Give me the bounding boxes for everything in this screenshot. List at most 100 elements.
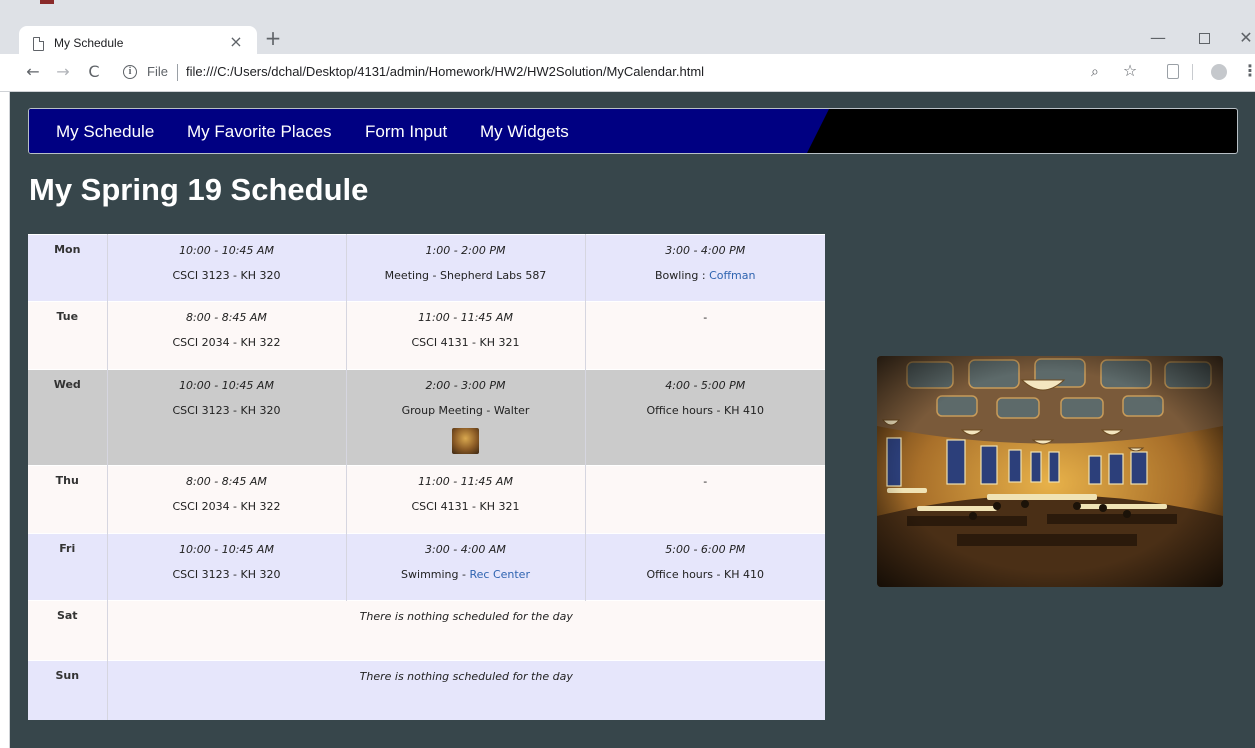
event-time: 1:00 - 2:00 PM xyxy=(425,244,506,257)
profile-avatar[interactable] xyxy=(1209,61,1229,80)
bookmark-star-icon[interactable]: ☆ xyxy=(1120,61,1140,80)
day-label: Sun xyxy=(55,669,80,682)
schedule-cell: - xyxy=(584,465,825,534)
schedule-cell: 1:00 - 2:00 PM Meeting - Shepherd Labs 5… xyxy=(345,234,585,302)
event-desc: Office hours - KH 410 xyxy=(646,568,764,581)
event-time: 3:00 - 4:00 PM xyxy=(665,244,746,257)
tab-bar: My Schedule × + — ✕ xyxy=(0,10,1255,62)
schedule-cell: 10:00 - 10:45 AM CSCI 3123 - KH 320 xyxy=(106,533,346,601)
event-time: 11:00 - 11:45 AM xyxy=(418,311,513,324)
event-desc: Office hours - KH 410 xyxy=(646,404,764,417)
event-desc: CSCI 2034 - KH 322 xyxy=(172,336,281,349)
zoom-icon[interactable]: ⌕ xyxy=(1091,64,1099,80)
rec-center-link[interactable]: Rec Center xyxy=(469,568,529,581)
maximize-button[interactable] xyxy=(1186,26,1222,50)
nothing-scheduled: There is nothing scheduled for the day xyxy=(359,610,573,623)
maximize-icon xyxy=(1198,33,1210,44)
address-bar[interactable]: i File file:///C:/Users/dchal/Desktop/41… xyxy=(117,58,1132,88)
schedule-cell: 8:00 - 8:45 AM CSCI 2034 - KH 322 xyxy=(106,301,346,370)
toolbar-divider xyxy=(1192,64,1193,80)
event-desc: CSCI 4131 - KH 321 xyxy=(411,500,520,513)
event-time: 8:00 - 8:45 AM xyxy=(186,311,267,324)
info-icon[interactable]: i xyxy=(123,65,137,79)
menu-icon[interactable]: ⋮ xyxy=(1240,61,1255,80)
schedule-cell: 4:00 - 5:00 PM Office hours - KH 410 xyxy=(584,369,825,466)
event-desc: CSCI 2034 - KH 322 xyxy=(172,500,281,513)
schedule-cell: 5:00 - 6:00 PM Office hours - KH 410 xyxy=(584,533,825,601)
minimize-button[interactable]: — xyxy=(1140,26,1176,50)
day-label: Tue xyxy=(56,310,79,323)
site-navbar: My Schedule My Favorite Places Form Inpu… xyxy=(28,108,1238,154)
reader-icon[interactable] xyxy=(1163,61,1183,80)
event-time: 5:00 - 6:00 PM xyxy=(665,543,746,556)
event-desc: Meeting - Shepherd Labs 587 xyxy=(384,269,547,282)
scheme-label: File xyxy=(147,64,168,79)
event-desc: Group Meeting - Walter xyxy=(401,404,530,417)
reload-button[interactable]: C xyxy=(83,61,105,83)
browser-toolbar: ← → C i File file:///C:/Users/dchal/Desk… xyxy=(0,54,1255,92)
event-time: 10:00 - 10:45 AM xyxy=(179,244,274,257)
table-row: Mon 10:00 - 10:45 AM CSCI 3123 - KH 320 … xyxy=(28,234,826,302)
event-desc-prefix: Bowling : xyxy=(655,269,710,282)
tab-title: My Schedule xyxy=(54,36,124,50)
schedule-cell: 3:00 - 4:00 PM Bowling : Coffman xyxy=(584,234,826,302)
nav-my-widgets[interactable]: My Widgets xyxy=(480,122,569,142)
window-left-edge xyxy=(0,92,10,748)
table-row: Sat There is nothing scheduled for the d… xyxy=(28,600,825,661)
day-label: Mon xyxy=(54,243,81,256)
schedule-cell: 11:00 - 11:45 AM CSCI 4131 - KH 321 xyxy=(345,301,585,370)
event-time: 11:00 - 11:45 AM xyxy=(418,475,513,488)
event-desc: CSCI 4131 - KH 321 xyxy=(411,336,520,349)
event-time: 10:00 - 10:45 AM xyxy=(179,379,274,392)
nothing-scheduled: There is nothing scheduled for the day xyxy=(359,670,573,683)
table-row: Fri 10:00 - 10:45 AM CSCI 3123 - KH 320 … xyxy=(28,533,825,601)
event-time: 2:00 - 3:00 PM xyxy=(425,379,506,392)
schedule-cell: 3:00 - 4:00 AM Swimming - Rec Center xyxy=(345,533,585,601)
event-desc: CSCI 3123 - KH 320 xyxy=(172,404,281,417)
schedule-cell: - xyxy=(584,301,825,370)
page-viewport[interactable]: My Schedule My Favorite Places Form Inpu… xyxy=(10,92,1255,748)
window-accent xyxy=(40,0,54,4)
event-desc: CSCI 3123 - KH 320 xyxy=(172,568,281,581)
coffman-link[interactable]: Coffman xyxy=(709,269,755,282)
empty-slot: - xyxy=(703,311,708,324)
empty-slot: - xyxy=(703,475,708,488)
schedule-cell: 10:00 - 10:45 AM CSCI 3123 - KH 320 xyxy=(106,369,346,466)
event-time: 4:00 - 5:00 PM xyxy=(665,379,746,392)
event-time: 10:00 - 10:45 AM xyxy=(179,543,274,556)
library-reading-room-photo xyxy=(877,356,1223,587)
omnibox-divider xyxy=(177,64,178,81)
event-time: 3:00 - 4:00 AM xyxy=(425,543,506,556)
forward-button[interactable]: → xyxy=(52,61,74,83)
nav-my-schedule[interactable]: My Schedule xyxy=(56,122,154,142)
schedule-cell: There is nothing scheduled for the day xyxy=(106,600,825,661)
nav-my-favorite-places[interactable]: My Favorite Places xyxy=(187,122,332,142)
url-text[interactable]: file:///C:/Users/dchal/Desktop/4131/admi… xyxy=(186,64,704,79)
schedule-cell: 10:00 - 10:45 AM CSCI 3123 - KH 320 xyxy=(106,234,346,302)
page-title: My Spring 19 Schedule xyxy=(29,172,369,207)
event-desc: Bowling : Coffman xyxy=(586,268,826,284)
event-desc: CSCI 3123 - KH 320 xyxy=(172,269,281,282)
new-tab-button[interactable]: + xyxy=(262,27,284,49)
table-row: Sun There is nothing scheduled for the d… xyxy=(28,660,825,720)
back-button[interactable]: ← xyxy=(22,61,44,83)
day-label: Thu xyxy=(55,474,79,487)
day-label: Wed xyxy=(53,378,81,391)
schedule-cell: 2:00 - 3:00 PM Group Meeting - Walter xyxy=(345,369,585,466)
walter-library-thumbnail[interactable] xyxy=(452,428,479,454)
event-desc: Swimming - Rec Center xyxy=(347,567,585,583)
table-row: Wed 10:00 - 10:45 AM CSCI 3123 - KH 320 … xyxy=(28,369,825,466)
library-photo-art xyxy=(877,356,1223,587)
event-desc-prefix: Swimming - xyxy=(401,568,470,581)
nav-form-input[interactable]: Form Input xyxy=(365,122,447,142)
schedule-cell: 11:00 - 11:45 AM CSCI 4131 - KH 321 xyxy=(345,465,585,534)
day-label: Fri xyxy=(59,542,76,555)
event-time: 8:00 - 8:45 AM xyxy=(186,475,267,488)
window-top-strip xyxy=(0,0,1255,10)
close-window-button[interactable]: ✕ xyxy=(1228,26,1255,50)
day-label: Sat xyxy=(56,609,78,622)
schedule-cell: There is nothing scheduled for the day xyxy=(106,660,825,720)
tab-close-icon[interactable]: × xyxy=(227,33,245,51)
table-row: Tue 8:00 - 8:45 AM CSCI 2034 - KH 322 11… xyxy=(28,301,825,370)
schedule-table: Mon 10:00 - 10:45 AM CSCI 3123 - KH 320 … xyxy=(28,234,825,720)
